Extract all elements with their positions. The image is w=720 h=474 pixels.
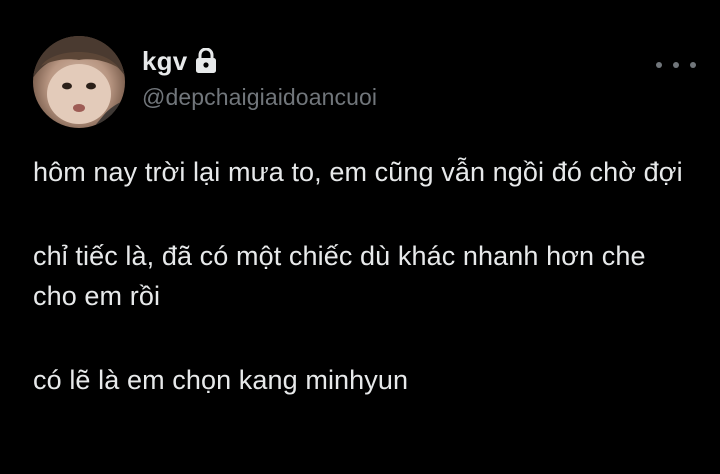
- avatar-image: [33, 36, 125, 128]
- tweet-text: hôm nay trời lại mưa to, em cũng vẫn ngồ…: [33, 152, 693, 400]
- more-horizontal-icon: [673, 62, 679, 68]
- display-name[interactable]: kgv: [142, 46, 187, 77]
- name-row: kgv: [142, 44, 377, 78]
- avatar[interactable]: [33, 36, 125, 128]
- tweet-card: kgv @depchaigiaidoancuoi hôm nay trời lạ…: [0, 0, 720, 474]
- tweet-paragraph: hôm nay trời lại mưa to, em cũng vẫn ngồ…: [33, 157, 683, 187]
- tweet-paragraph: chỉ tiếc là, đã có một chiếc dù khác nha…: [33, 241, 646, 311]
- user-handle[interactable]: @depchaigiaidoancuoi: [142, 84, 377, 111]
- more-options-button[interactable]: [656, 54, 696, 76]
- user-info: kgv @depchaigiaidoancuoi: [142, 44, 377, 111]
- tweet-paragraph: có lẽ là em chọn kang minhyun: [33, 365, 409, 395]
- more-horizontal-icon: [690, 62, 696, 68]
- lock-icon: [195, 47, 217, 74]
- more-horizontal-icon: [656, 62, 662, 68]
